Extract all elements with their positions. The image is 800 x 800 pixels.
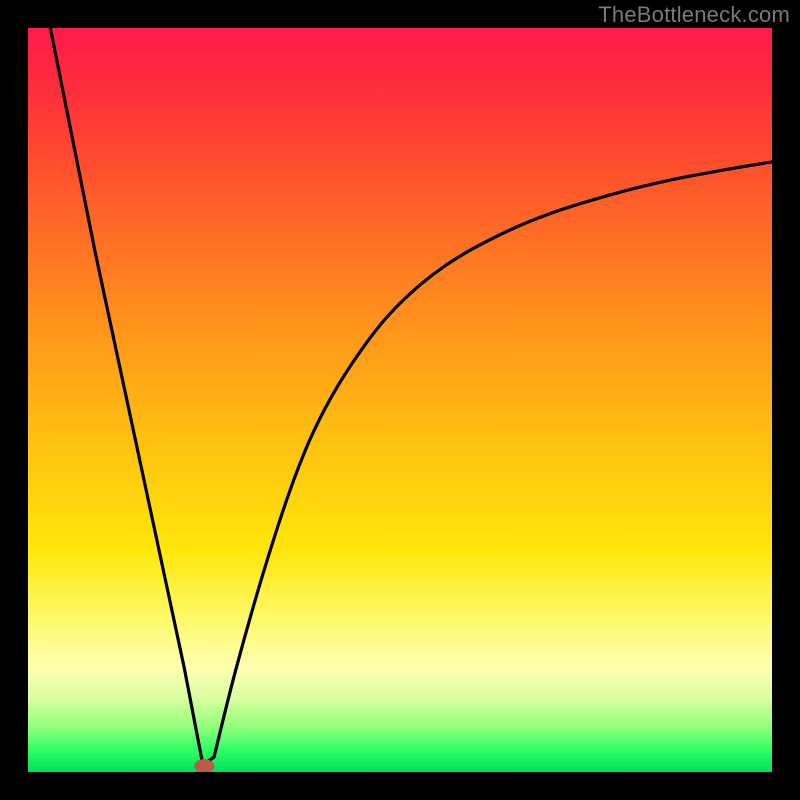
plot-area xyxy=(28,28,772,772)
curve-svg xyxy=(28,28,772,772)
min-marker xyxy=(194,759,214,772)
chart-frame: TheBottleneck.com xyxy=(0,0,800,800)
attribution-text: TheBottleneck.com xyxy=(598,2,790,28)
curve-path xyxy=(50,28,772,765)
